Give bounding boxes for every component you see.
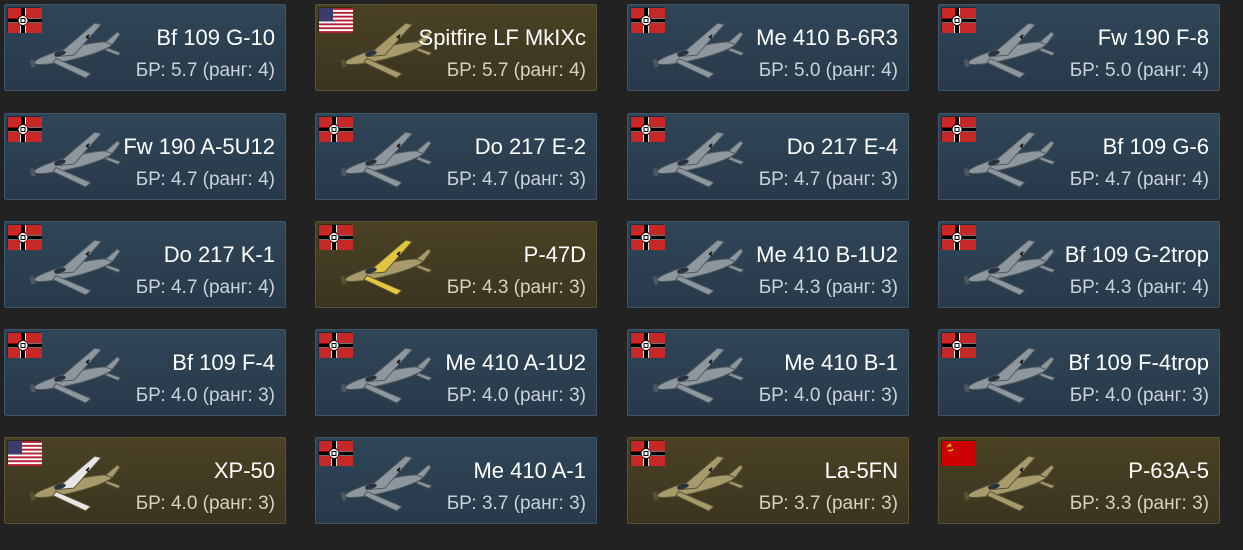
vehicle-card[interactable]: P-63A-5 БР: 3.3 (ранг: 3)	[938, 437, 1220, 524]
battle-rating: БР: 4.3 (ранг: 3)	[758, 277, 898, 298]
vehicle-name: Me 410 B-1	[784, 350, 898, 375]
vehicle-grid: Bf 109 G-10 БР: 5.7 (ранг: 4) Spitfire LF…	[0, 0, 1243, 550]
vehicle-name: La-5FN	[824, 458, 898, 483]
vehicle-name: Bf 109 G-2trop	[1064, 242, 1209, 267]
battle-rating: БР: 5.0 (ранг: 4)	[1069, 60, 1209, 81]
battle-rating: БР: 4.7 (ранг: 4)	[135, 169, 275, 190]
battle-rating: БР: 4.7 (ранг: 3)	[446, 169, 586, 190]
vehicle-card[interactable]: La-5FN БР: 3.7 (ранг: 3)	[627, 437, 909, 524]
germany-flag-icon	[318, 440, 353, 466]
vehicle-name: Bf 109 F-4	[172, 350, 275, 375]
vehicle-name: P-47D	[523, 242, 586, 267]
battle-rating: БР: 4.7 (ранг: 4)	[1069, 169, 1209, 190]
vehicle-name: Fw 190 A-5U12	[123, 134, 275, 159]
battle-rating: БР: 4.0 (ранг: 3)	[1069, 385, 1209, 406]
vehicle-card[interactable]: P-47D БР: 4.3 (ранг: 3)	[315, 221, 597, 308]
vehicle-card[interactable]: Me 410 A-1 БР: 3.7 (ранг: 3)	[315, 437, 597, 524]
battle-rating: БР: 4.7 (ранг: 4)	[135, 277, 275, 298]
germany-flag-icon	[7, 116, 42, 142]
germany-flag-icon	[630, 224, 665, 250]
vehicle-card[interactable]: Bf 109 F-4trop БР: 4.0 (ранг: 3)	[938, 329, 1220, 416]
germany-flag-icon	[941, 7, 976, 33]
germany-flag-icon	[630, 7, 665, 33]
germany-flag-icon	[941, 116, 976, 142]
battle-rating: БР: 4.0 (ранг: 3)	[135, 385, 275, 406]
vehicle-name: Me 410 B-1U2	[756, 242, 898, 267]
vehicle-name: Fw 190 F-8	[1097, 25, 1209, 50]
vehicle-card[interactable]: Me 410 B-1 БР: 4.0 (ранг: 3)	[627, 329, 909, 416]
vehicle-name: Do 217 K-1	[163, 242, 275, 267]
vehicle-card[interactable]: Do 217 E-4 БР: 4.7 (ранг: 3)	[627, 113, 909, 200]
vehicle-name: Do 217 E-2	[474, 134, 586, 159]
germany-flag-icon	[7, 7, 42, 33]
battle-rating: БР: 3.7 (ранг: 3)	[446, 493, 586, 514]
germany-flag-icon	[318, 116, 353, 142]
vehicle-card[interactable]: Me 410 B-1U2 БР: 4.3 (ранг: 3)	[627, 221, 909, 308]
battle-rating: БР: 5.7 (ранг: 4)	[446, 60, 586, 81]
vehicle-card[interactable]: Do 217 K-1 БР: 4.7 (ранг: 4)	[4, 221, 286, 308]
vehicle-card[interactable]: Fw 190 A-5U12 БР: 4.7 (ранг: 4)	[4, 113, 286, 200]
vehicle-card[interactable]: Do 217 E-2 БР: 4.7 (ранг: 3)	[315, 113, 597, 200]
germany-flag-icon	[7, 224, 42, 250]
vehicle-name: Me 410 A-1U2	[445, 350, 586, 375]
vehicle-card[interactable]: XP-50 БР: 4.0 (ранг: 3)	[4, 437, 286, 524]
vehicle-name: XP-50	[213, 458, 275, 483]
germany-flag-icon	[941, 332, 976, 358]
germany-flag-icon	[318, 224, 353, 250]
vehicle-name: Me 410 B-6R3	[756, 25, 898, 50]
vehicle-name: Spitfire LF MkIXc	[418, 25, 586, 50]
vehicle-card[interactable]: Bf 109 G-6 БР: 4.7 (ранг: 4)	[938, 113, 1220, 200]
vehicle-card[interactable]: Bf 109 G-10 БР: 5.7 (ранг: 4)	[4, 4, 286, 91]
vehicle-name: Do 217 E-4	[786, 134, 898, 159]
vehicle-card[interactable]: Fw 190 F-8 БР: 5.0 (ранг: 4)	[938, 4, 1220, 91]
battle-rating: БР: 4.3 (ранг: 3)	[446, 277, 586, 298]
germany-flag-icon	[630, 332, 665, 358]
vehicle-card[interactable]: Bf 109 G-2trop БР: 4.3 (ранг: 4)	[938, 221, 1220, 308]
vehicle-name: Bf 109 G-6	[1102, 134, 1209, 159]
battle-rating: БР: 4.3 (ранг: 4)	[1069, 277, 1209, 298]
battle-rating: БР: 5.0 (ранг: 4)	[758, 60, 898, 81]
germany-flag-icon	[7, 332, 42, 358]
usa-flag-icon	[318, 7, 353, 33]
battle-rating: БР: 4.0 (ранг: 3)	[135, 493, 275, 514]
battle-rating: БР: 4.0 (ранг: 3)	[446, 385, 586, 406]
battle-rating: БР: 5.7 (ранг: 4)	[135, 60, 275, 81]
vehicle-card[interactable]: Me 410 A-1U2 БР: 4.0 (ранг: 3)	[315, 329, 597, 416]
germany-flag-icon	[318, 332, 353, 358]
usa-flag-icon	[7, 440, 42, 466]
vehicle-name: Bf 109 G-10	[156, 25, 275, 50]
germany-flag-icon	[941, 224, 976, 250]
battle-rating: БР: 3.3 (ранг: 3)	[1069, 493, 1209, 514]
battle-rating: БР: 3.7 (ранг: 3)	[758, 493, 898, 514]
battle-rating: БР: 4.7 (ранг: 3)	[758, 169, 898, 190]
germany-flag-icon	[630, 116, 665, 142]
vehicle-name: Me 410 A-1	[473, 458, 586, 483]
vehicle-name: P-63A-5	[1128, 458, 1209, 483]
ussr-flag-icon	[941, 440, 976, 466]
germany-flag-icon	[630, 440, 665, 466]
vehicle-card[interactable]: Bf 109 F-4 БР: 4.0 (ранг: 3)	[4, 329, 286, 416]
vehicle-card[interactable]: Me 410 B-6R3 БР: 5.0 (ранг: 4)	[627, 4, 909, 91]
battle-rating: БР: 4.0 (ранг: 3)	[758, 385, 898, 406]
vehicle-name: Bf 109 F-4trop	[1068, 350, 1209, 375]
vehicle-card[interactable]: Spitfire LF MkIXc БР: 5.7 (ранг: 4)	[315, 4, 597, 91]
